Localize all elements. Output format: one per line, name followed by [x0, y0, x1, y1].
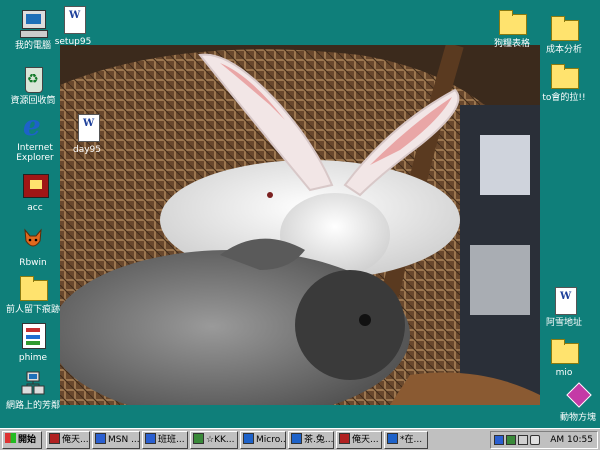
desktop-icon-acc[interactable]: acc — [0, 170, 72, 213]
windows-logo-icon — [5, 433, 16, 443]
internet-explorer-icon — [291, 433, 302, 444]
desktop-icon-label: Rbwin — [19, 258, 47, 268]
taskbar-button-label: 俺天... — [352, 435, 379, 445]
app-window-icon — [339, 433, 350, 444]
desktop-icon-setup95[interactable]: setup95 — [36, 4, 110, 47]
desktop-icon-label: 動物方塊 — [559, 413, 596, 423]
app-window-icon — [145, 433, 156, 444]
recycle-bin-icon — [17, 63, 49, 95]
phime-icon — [17, 320, 49, 352]
desktop-icon-folder-traces[interactable]: 前人留下痕跡 — [0, 272, 70, 315]
desktop-icon-label: mio — [555, 368, 573, 378]
desktop-icon-phime[interactable]: phime — [0, 320, 70, 363]
folder-icon — [17, 272, 49, 304]
desktop-icon-cost-analysis[interactable]: 成本分析 — [527, 12, 600, 55]
input-method-icon[interactable] — [494, 435, 504, 445]
word-document-icon — [71, 112, 103, 144]
network-neighborhood-icon — [17, 368, 49, 400]
clock[interactable]: AM 10:55 — [550, 432, 593, 448]
desktop-icon-label: 網路上的芳鄰 — [5, 401, 60, 411]
taskbar: 開始 俺天... MSN ... 班班... ☆KK... Micro... 茶… — [0, 428, 600, 450]
taskbar-button[interactable]: ☆KK... — [190, 431, 238, 449]
desktop-icon-axue-address[interactable]: 阿雪地址 — [527, 285, 600, 328]
desktop-icon-label: 阿雪地址 — [545, 318, 582, 328]
animal-cube-icon — [562, 380, 594, 412]
desktop: 我的電腦 資源回收筒 e Internet Explorer acc Rbwin… — [0, 0, 600, 428]
msn-icon — [95, 433, 106, 444]
taskbar-button[interactable]: 班班... — [142, 431, 188, 449]
taskbar-button[interactable]: 俺天... — [336, 431, 382, 449]
system-tray: AM 10:55 — [490, 431, 598, 449]
desktop-icon-to-folder[interactable]: to會的拉!! — [527, 60, 600, 103]
setup-document-icon — [57, 4, 89, 36]
network-tray-icon[interactable] — [518, 435, 528, 445]
taskbar-button-label: ☆KK... — [206, 435, 235, 445]
start-label: 開始 — [18, 435, 37, 445]
folder-icon — [548, 60, 580, 92]
desktop-icon-recycle-bin[interactable]: 資源回收筒 — [0, 63, 70, 106]
taskbar-button[interactable]: MSN ... — [92, 431, 140, 449]
folder-icon — [496, 6, 528, 38]
taskbar-button-label: 俺天... — [62, 435, 89, 445]
desktop-icon-rbwin[interactable]: Rbwin — [0, 225, 70, 268]
taskbar-button-label: 茶.兔... — [304, 435, 334, 445]
desktop-icon-label: 前人留下痕跡 — [5, 305, 60, 315]
folder-icon — [548, 335, 580, 367]
desktop-icon-label: 資源回收筒 — [10, 96, 56, 106]
taskbar-button[interactable]: 俺天... — [46, 431, 90, 449]
desktop-icon-animal-cube[interactable]: 動物方塊 — [541, 380, 600, 423]
desktop-icon-label: acc — [27, 203, 43, 213]
taskbar-button-label: MSN ... — [108, 435, 140, 445]
taskbar-button[interactable]: 茶.兔... — [288, 431, 334, 449]
desktop-icon-label: phime — [18, 353, 48, 363]
internet-explorer-icon — [243, 433, 254, 444]
desktop-icon-mio[interactable]: mio — [527, 335, 600, 378]
app-window-icon — [49, 433, 60, 444]
taskbar-button-label: 班班... — [158, 435, 185, 445]
wallpaper-rabbits-photo — [60, 45, 540, 405]
app-window-icon — [193, 433, 204, 444]
start-button[interactable]: 開始 — [2, 431, 42, 449]
desktop-icon-label: setup95 — [54, 37, 92, 47]
desktop-icon-label: to會的拉!! — [542, 93, 586, 103]
taskbar-button-label: *在... — [400, 435, 423, 445]
acc-app-icon — [19, 170, 51, 202]
msn-tray-icon[interactable] — [506, 435, 516, 445]
internet-explorer-icon: e — [23, 109, 41, 142]
word-document-icon — [548, 285, 580, 317]
desktop-icon-day95[interactable]: day95 — [50, 112, 124, 155]
desktop-icon-label: day95 — [72, 145, 101, 155]
desktop-icon-label: 成本分析 — [545, 45, 582, 55]
folder-icon — [548, 12, 580, 44]
rbwin-fox-icon — [17, 225, 49, 257]
taskbar-button-label: Micro... — [256, 435, 286, 445]
taskbar-button[interactable]: *在... — [384, 431, 428, 449]
internet-explorer-icon — [387, 433, 398, 444]
taskbar-button[interactable]: Micro... — [240, 431, 286, 449]
volume-icon[interactable] — [530, 435, 540, 445]
desktop-icon-network-neighborhood[interactable]: 網路上的芳鄰 — [0, 368, 70, 411]
